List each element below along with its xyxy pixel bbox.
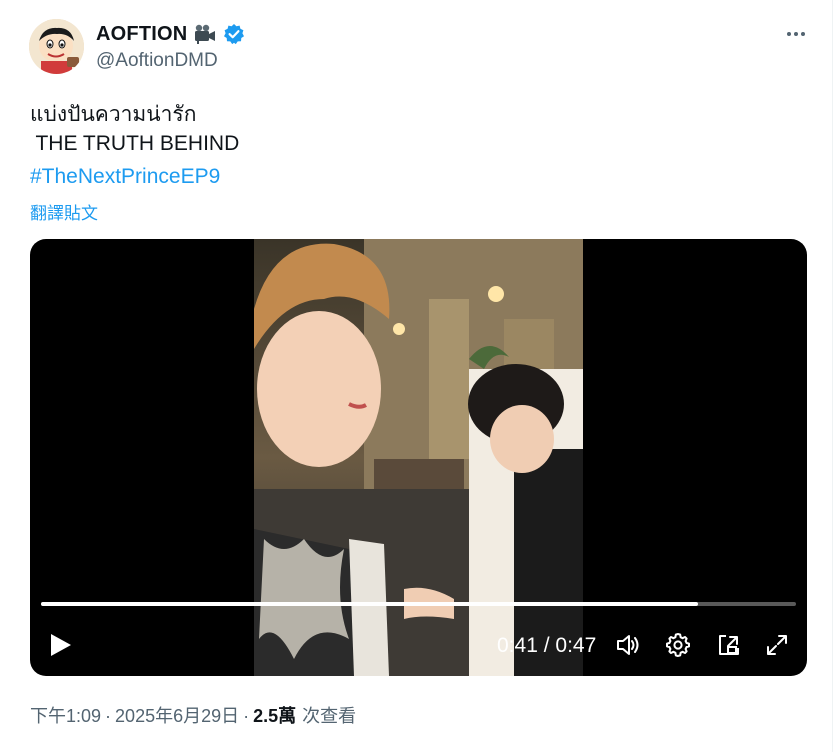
more-dots-icon (787, 32, 791, 36)
video-player[interactable]: 0:41 / 0:47 (30, 239, 807, 676)
video-progress-fill (41, 602, 698, 606)
play-icon (51, 634, 71, 656)
views-count: 2.5萬 (253, 706, 297, 726)
translate-post-link[interactable]: 翻譯貼文 (30, 199, 98, 224)
meta-separator: · (105, 706, 112, 726)
cartoon-boy-avatar-icon (29, 19, 84, 74)
views-label: 次查看 (302, 706, 357, 726)
volume-button[interactable] (615, 632, 641, 658)
tweet-meta: 下午1:09 · 2025年6月29日 · 2.5萬 次查看 (30, 702, 356, 728)
gear-icon (666, 633, 690, 657)
tweet-date[interactable]: 2025年6月29日 (115, 702, 239, 728)
picture-in-picture-button[interactable] (716, 632, 742, 658)
volume-icon (617, 635, 639, 655)
more-dot (794, 32, 798, 36)
hashtag-link[interactable]: #TheNextPrinceEP9 (30, 165, 220, 189)
author-handle[interactable]: @AoftionDMD (96, 50, 218, 72)
current-time: 0:41 (497, 634, 538, 657)
more-options-button[interactable] (782, 23, 810, 45)
picture-in-picture-icon (719, 635, 739, 655)
settings-button[interactable] (665, 632, 691, 658)
meta-separator: · (243, 706, 250, 726)
more-dot (801, 32, 805, 36)
play-button[interactable] (48, 631, 74, 659)
video-still-image (254, 239, 583, 676)
time-separator: / (537, 634, 556, 657)
tweet-time[interactable]: 下午1:09 (30, 702, 101, 728)
tweet-text-line-2: THE TRUTH BEHIND (30, 132, 240, 155)
verified-badge-icon[interactable] (223, 23, 245, 45)
tweet-card: AOFTION @AoftionDMD แบ่งปันความน่ารัก TH… (0, 0, 833, 752)
fullscreen-icon (767, 635, 787, 655)
fullscreen-button[interactable] (764, 632, 790, 658)
duration: 0:47 (555, 634, 597, 657)
tweet-text-line-1: แบ่งปันความน่ารัก (30, 103, 197, 126)
video-progress-bar[interactable] (41, 602, 796, 606)
display-name[interactable]: AOFTION (96, 23, 187, 46)
avatar[interactable] (29, 19, 84, 74)
author-name-row: AOFTION (96, 21, 245, 47)
movie-camera-icon (193, 23, 217, 45)
video-frame (254, 239, 583, 676)
video-time-display: 0:41 / 0:47 (497, 634, 596, 658)
